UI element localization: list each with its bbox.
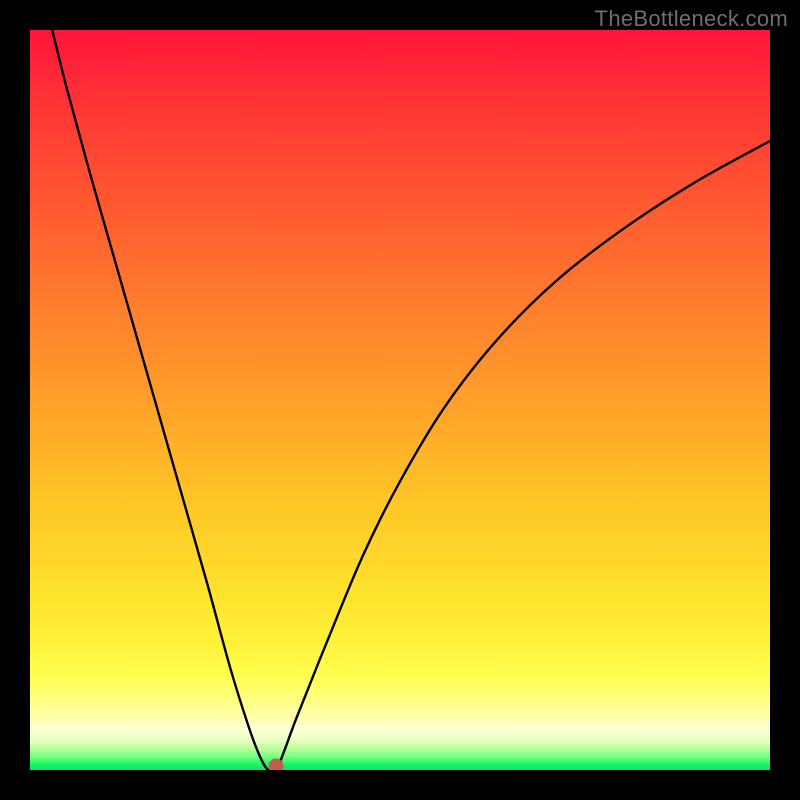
watermark-text: TheBottleneck.com [595, 6, 788, 32]
chart-container: TheBottleneck.com [0, 0, 800, 800]
plot-area [30, 30, 770, 770]
curve-layer [30, 30, 770, 770]
bottleneck-curve [52, 30, 770, 770]
optimal-point-marker [268, 759, 283, 770]
